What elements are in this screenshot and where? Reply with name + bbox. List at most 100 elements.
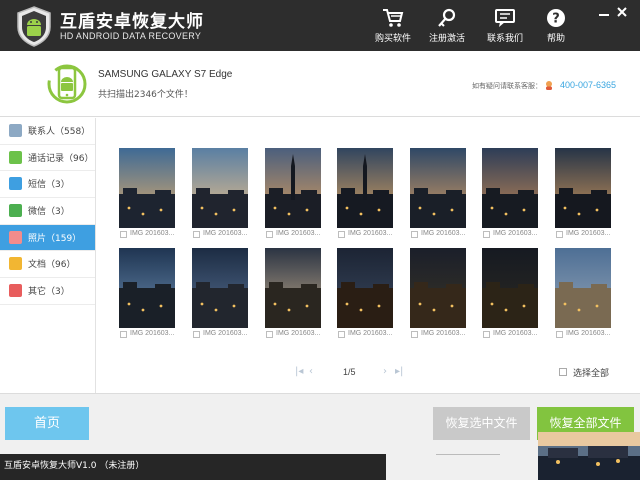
buy-software-label: 购买软件 <box>374 34 411 44</box>
key-icon <box>438 8 456 27</box>
photo-checkbox[interactable] <box>120 331 127 338</box>
photo-filename: IMG 201603... <box>566 330 611 337</box>
pagination: |◂ ‹ 1/5 › ▸| <box>295 366 415 380</box>
photo-checkbox[interactable] <box>193 231 200 238</box>
photo-icon <box>9 230 22 244</box>
shield-android-logo-icon <box>17 6 51 47</box>
photo-filename: IMG 201603... <box>276 230 321 237</box>
sidebar-item[interactable]: 其它（3） <box>0 278 95 305</box>
close-icon[interactable] <box>615 5 629 19</box>
wechat-icon <box>9 204 22 218</box>
photo-thumbnail[interactable]: IMG 201603... <box>482 248 538 344</box>
scan-summary: 共扫描出2346个文件！ <box>98 90 193 100</box>
photo-checkbox[interactable] <box>266 231 273 238</box>
photo-filename: IMG 201603... <box>348 330 393 337</box>
home-button[interactable]: 首页 <box>5 407 89 440</box>
register-label: 注册激活 <box>428 34 465 44</box>
photo-image <box>482 148 538 228</box>
photo-image <box>265 148 321 228</box>
photo-checkbox[interactable] <box>120 231 127 238</box>
chat-icon <box>495 9 515 27</box>
sidebar-item[interactable]: 短信（3） <box>0 171 95 199</box>
app-subtitle: HD ANDROID DATA RECOVERY <box>60 31 202 41</box>
photo-image <box>119 248 175 328</box>
sidebar-item-label: 微信（3） <box>28 207 70 218</box>
sidebar-item[interactable]: 联系人（558） <box>0 118 95 145</box>
photo-checkbox[interactable] <box>266 331 273 338</box>
sms-icon <box>9 177 22 191</box>
photo-image <box>337 148 393 228</box>
app-title: 互盾安卓恢复大师 <box>60 12 204 32</box>
preview-thumbnail <box>538 432 640 480</box>
photo-filename: IMG 201603... <box>421 230 466 237</box>
device-info-bar: SAMSUNG GALAXY S7 Edge 共扫描出2346个文件！ 如有疑问… <box>0 51 640 117</box>
photo-grid: IMG 201603... IMG 201603... IMG 201603... I… <box>97 118 640 393</box>
photo-thumbnail[interactable]: IMG 201603... <box>119 248 175 344</box>
photo-thumbnail[interactable]: IMG 201603... <box>555 148 611 244</box>
minimize-icon[interactable] <box>597 6 611 20</box>
status-bar: 互盾安卓恢复大师V1.0 （未注册） <box>0 454 386 480</box>
document-icon <box>9 257 22 271</box>
sidebar-item-label: 联系人（558） <box>28 127 91 137</box>
photo-thumbnail[interactable]: IMG 201603... <box>337 248 393 344</box>
photo-thumbnail[interactable]: IMG 201603... <box>265 248 321 344</box>
sidebar-item-label: 短信（3） <box>28 180 70 191</box>
photo-image <box>265 248 321 328</box>
photo-filename: IMG 201603... <box>203 230 248 237</box>
sidebar-item-label: 其它（3） <box>28 287 70 298</box>
photo-checkbox[interactable] <box>411 331 418 338</box>
photo-thumbnail[interactable]: IMG 201603... <box>482 148 538 244</box>
prev-page-button[interactable]: ‹ <box>309 366 313 377</box>
photo-filename: IMG 201603... <box>493 330 538 337</box>
photo-thumbnail[interactable]: IMG 201603... <box>555 248 611 344</box>
recover-selected-button[interactable]: 恢复选中文件 <box>433 407 530 440</box>
contact-us-label: 联系我们 <box>486 34 523 44</box>
photo-thumbnail[interactable]: IMG 201603... <box>119 148 175 244</box>
help-label: 帮助 <box>546 34 565 44</box>
help-icon: ? <box>547 9 565 27</box>
photo-checkbox[interactable] <box>411 231 418 238</box>
photo-checkbox[interactable] <box>193 331 200 338</box>
photo-thumbnail[interactable]: IMG 201603... <box>337 148 393 244</box>
sidebar-item[interactable]: 微信（3） <box>0 198 95 225</box>
sidebar-item-label: 文档（96） <box>28 260 76 271</box>
buy-software-button[interactable]: 购买软件 <box>367 8 419 48</box>
photo-thumbnail[interactable]: IMG 201603... <box>410 248 466 344</box>
photo-filename: IMG 201603... <box>276 330 321 337</box>
photo-checkbox[interactable] <box>483 331 490 338</box>
contact-us-button[interactable]: 联系我们 <box>479 8 531 48</box>
photo-filename: IMG 201603... <box>348 230 393 237</box>
select-all-checkbox[interactable] <box>559 368 567 376</box>
contact-label: 如有疑问请联系客服： <box>472 82 542 90</box>
sidebar-item[interactable]: 照片（159） <box>0 224 95 252</box>
photo-checkbox[interactable] <box>338 331 345 338</box>
photo-filename: IMG 201603... <box>566 230 611 237</box>
sidebar-item[interactable]: 通话记录（96） <box>0 145 95 172</box>
help-button[interactable]: ? 帮助 <box>530 8 582 48</box>
photo-checkbox[interactable] <box>338 231 345 238</box>
sidebar-item[interactable]: 文档（96） <box>0 251 95 279</box>
photo-image <box>555 148 611 228</box>
last-page-button[interactable]: ▸| <box>395 366 403 377</box>
photo-image <box>192 148 248 228</box>
photo-checkbox[interactable] <box>556 331 563 338</box>
photo-thumbnail[interactable]: IMG 201603... <box>265 148 321 244</box>
photo-thumbnail[interactable]: IMG 201603... <box>192 248 248 344</box>
first-page-button[interactable]: |◂ <box>295 366 303 377</box>
photo-image <box>119 148 175 228</box>
photo-checkbox[interactable] <box>556 231 563 238</box>
device-name: SAMSUNG GALAXY S7 Edge <box>98 69 233 80</box>
select-all-label: 选择全部 <box>573 369 610 379</box>
sidebar-item-label: 通话记录（96） <box>28 153 94 164</box>
next-page-button[interactable]: › <box>383 366 387 377</box>
photo-filename: IMG 201603... <box>421 330 466 337</box>
photo-thumbnail[interactable]: IMG 201603... <box>192 148 248 244</box>
photo-image <box>192 248 248 328</box>
title-bar: 互盾安卓恢复大师 HD ANDROID DATA RECOVERY 购买软件 注… <box>0 0 640 51</box>
contact-phone-link[interactable]: 400-007-6365 <box>560 80 616 90</box>
register-button[interactable]: 注册激活 <box>421 8 473 48</box>
photo-checkbox[interactable] <box>483 231 490 238</box>
cart-icon <box>383 9 404 27</box>
photo-thumbnail[interactable]: IMG 201603... <box>410 148 466 244</box>
photo-image <box>337 248 393 328</box>
